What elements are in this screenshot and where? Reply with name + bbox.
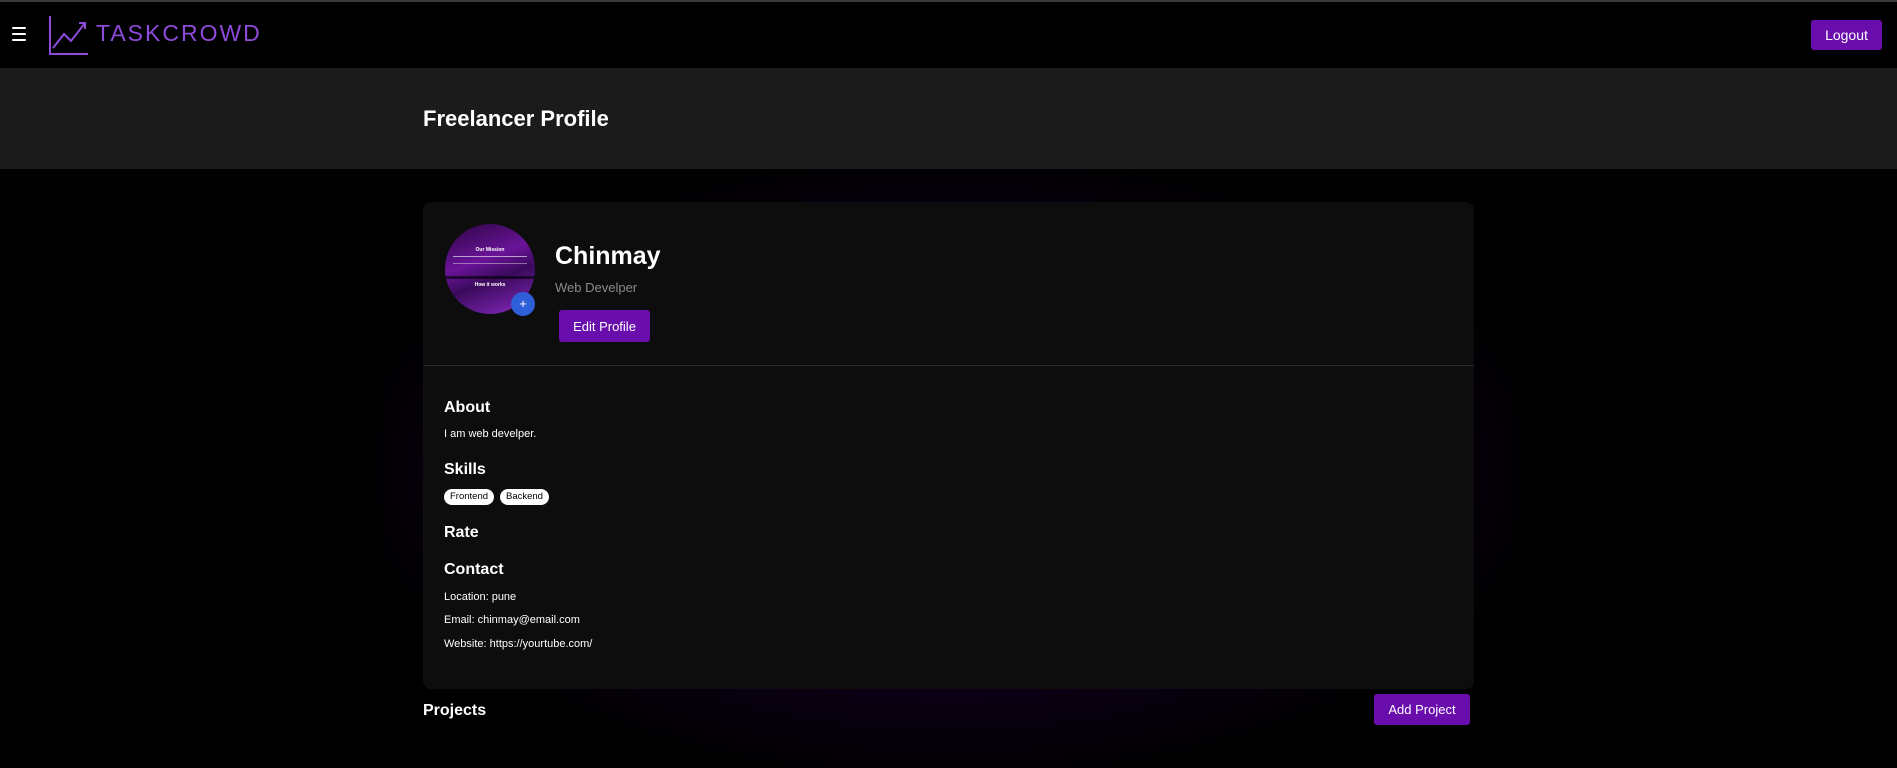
plus-icon[interactable]: + [511,292,535,316]
brand-name[interactable]: TASKCROWD [96,20,262,47]
projects-heading: Projects [423,702,487,719]
profile-title: Web Develper [555,280,638,295]
section-divider [423,365,1474,366]
about-text: I am web develper. [444,428,537,440]
avatar-image-heading: Our Mission [475,247,505,253]
profile-card: Our Mission How it works + Chinmay Web D… [423,202,1474,689]
contact-location: Location: pune [444,591,517,603]
trending-chart-icon[interactable] [48,14,90,56]
avatar-image-heading: How it works [474,282,506,288]
navbar: TASKCROWD Logout [0,2,1897,68]
page-title: Freelancer Profile [423,106,609,131]
skill-chip: Frontend [444,489,495,505]
page-header-banner [0,68,1897,169]
contact-website[interactable]: Website: https://yourtube.com/ [444,638,592,650]
contact-email: Email: chinmay@email.com [444,614,580,626]
logout-button[interactable]: Logout [1811,20,1882,50]
profile-name: Chinmay [555,242,661,270]
hamburger-menu-icon[interactable] [12,27,26,41]
add-project-button[interactable]: Add Project [1374,694,1470,725]
about-heading: About [444,399,491,416]
contact-heading: Contact [444,561,504,578]
rate-heading: Rate [444,524,479,541]
skills-heading: Skills [444,461,486,478]
edit-profile-button[interactable]: Edit Profile [559,310,650,342]
skill-chip: Backend [500,489,549,505]
